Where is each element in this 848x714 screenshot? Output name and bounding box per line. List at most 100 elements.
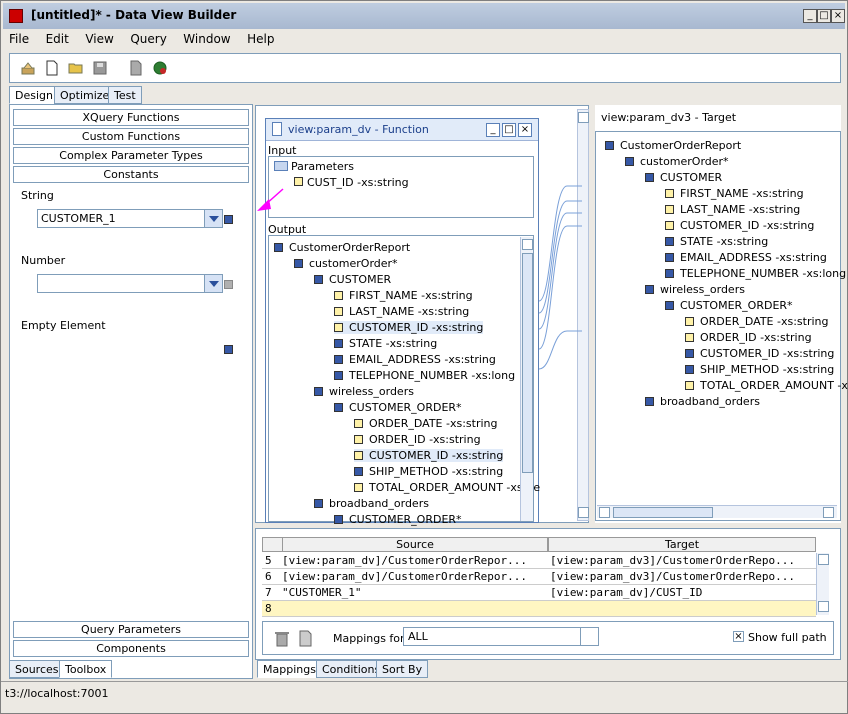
target-tree-node[interactable]: STATE -xs:string [665,235,768,248]
target-tree-node[interactable]: ORDER_ID -xs:string [685,331,812,344]
target-tree-node[interactable]: SHIP_METHOD -xs:string [685,363,834,376]
row-target[interactable]: [view:param_dv3]/CustomerOrderRepo... [550,554,812,567]
scroll-thumb[interactable] [613,507,713,518]
output-tree-node[interactable]: STATE -xs:string [334,337,437,350]
menu-window[interactable]: Window [183,32,230,46]
chevron-down-icon[interactable] [580,628,598,645]
tab-optimize[interactable]: Optimize [54,86,116,104]
mapping-row[interactable]: 8 [262,601,816,617]
string-combo[interactable]: CUSTOMER_1 [37,209,223,228]
target-tree-node[interactable]: broadband_orders [645,395,760,408]
function-close-button[interactable]: × [518,123,532,137]
minimize-button[interactable]: _ [803,9,817,23]
xquery-functions-button[interactable]: XQuery Functions [13,109,249,126]
row-source[interactable]: [view:param_dv]/CustomerOrderRepor... [282,554,544,567]
output-tree-node[interactable]: SHIP_METHOD -xs:string [354,465,503,478]
output-tree-node[interactable]: CUSTOMER_ORDER* [334,513,462,526]
tab-mappings[interactable]: Mappings [257,660,322,678]
target-tree-node[interactable]: FIRST_NAME -xs:string [665,187,804,200]
target-tree-node[interactable]: CustomerOrderReport [605,139,741,152]
output-scrollbar[interactable] [520,237,533,521]
tab-design[interactable]: Design [9,86,59,104]
trash-icon[interactable] [273,630,291,648]
output-tree-node[interactable]: CUSTOMER_ID -xs:string [334,321,484,334]
menu-view[interactable]: View [85,32,113,46]
settings-icon[interactable] [20,60,36,76]
output-tree-node[interactable]: ORDER_DATE -xs:string [354,417,497,430]
output-tree-node[interactable]: FIRST_NAME -xs:string [334,289,473,302]
output-tree-node[interactable]: TOTAL_ORDER_AMOUNT -xs:de [354,481,540,494]
target-horizontal-scrollbar[interactable] [597,505,837,518]
output-tree-node[interactable]: CustomerOrderReport [274,241,410,254]
open-folder-icon[interactable] [68,60,84,76]
target-tree-node[interactable]: customerOrder* [625,155,729,168]
mappings-for-select[interactable]: ALL [403,627,599,646]
complex-parameter-types-button[interactable]: Complex Parameter Types [13,147,249,164]
function-window[interactable]: view:param_dv - Function _ □ × Input Par… [265,118,540,526]
output-tree-node[interactable]: LAST_NAME -xs:string [334,305,469,318]
function-minimize-button[interactable]: _ [486,123,500,137]
output-tree-node[interactable]: TELEPHONE_NUMBER -xs:long [334,369,515,382]
scroll-down-icon[interactable] [578,507,589,518]
output-tree-node[interactable]: CUSTOMER [314,273,391,286]
globe-icon[interactable] [152,60,168,76]
output-tree-node[interactable]: wireless_orders [314,385,414,398]
parameters-node[interactable]: Parameters [274,160,354,173]
save-icon[interactable] [92,60,108,76]
target-tree-node[interactable]: CUSTOMER_ID -xs:string [685,347,834,360]
output-tree-node[interactable]: CUSTOMER_ID -xs:string [354,449,504,462]
target-tree-node[interactable]: TELEPHONE_NUMBER -xs:long [665,267,846,280]
constants-button[interactable]: Constants [13,166,249,183]
mapping-row[interactable]: 6 [view:param_dv]/CustomerOrderRepor... [v… [262,569,816,585]
target-tree-node[interactable]: ORDER_DATE -xs:string [685,315,828,328]
row-target[interactable]: [view:param_dv3]/CustomerOrderRepo... [550,570,812,583]
scroll-up-icon[interactable] [818,554,829,565]
edit-icon[interactable] [297,630,315,648]
output-tree-node[interactable]: ORDER_ID -xs:string [354,433,481,446]
scroll-down-icon[interactable] [818,601,829,612]
row-target[interactable]: [view:param_dv]/CUST_ID [550,586,812,599]
tab-toolbox[interactable]: Toolbox [59,660,113,678]
tab-sources[interactable]: Sources [9,660,65,678]
target-tree-node[interactable]: LAST_NAME -xs:string [665,203,800,216]
output-tree-node[interactable]: customerOrder* [294,257,398,270]
show-full-path-checkbox[interactable]: × [733,631,744,642]
new-file-icon[interactable] [44,60,60,76]
menu-query[interactable]: Query [130,32,166,46]
empty-element-node-icon[interactable] [224,345,233,354]
scroll-up-icon[interactable] [578,112,589,123]
source-header[interactable]: Source [282,537,548,552]
target-tree-node[interactable]: TOTAL_ORDER_AMOUNT -x [685,379,848,392]
target-header[interactable]: Target [548,537,816,552]
output-tree-node[interactable]: broadband_orders [314,497,429,510]
tab-test[interactable]: Test [108,86,142,104]
target-tree-node[interactable]: CUSTOMER [645,171,722,184]
target-tree-node[interactable]: EMAIL_ADDRESS -xs:string [665,251,827,264]
chevron-down-icon[interactable] [204,275,222,292]
menu-edit[interactable]: Edit [46,32,69,46]
mapping-row[interactable]: 7 "CUSTOMER_1" [view:param_dv]/CUST_ID [262,585,816,601]
row-source[interactable]: "CUSTOMER_1" [282,586,544,599]
maximize-button[interactable]: □ [817,9,831,23]
number-combo[interactable] [37,274,223,293]
target-tree-node[interactable]: wireless_orders [645,283,745,296]
menu-file[interactable]: File [9,32,29,46]
scroll-left-icon[interactable] [599,507,610,518]
close-button[interactable]: × [831,9,845,23]
document-icon[interactable] [128,60,144,76]
custom-functions-button[interactable]: Custom Functions [13,128,249,145]
query-parameters-button[interactable]: Query Parameters [13,621,249,638]
scroll-up-icon[interactable] [522,239,533,250]
mapping-row[interactable]: 5 [view:param_dv]/CustomerOrderRepor... [v… [262,553,816,569]
cust-id-node[interactable]: CUST_ID -xs:string [294,176,409,189]
string-node-icon[interactable] [224,215,233,224]
output-tree-node[interactable]: CUSTOMER_ORDER* [334,401,462,414]
scroll-right-icon[interactable] [823,507,834,518]
scroll-thumb[interactable] [522,253,533,473]
menu-help[interactable]: Help [247,32,274,46]
function-maximize-button[interactable]: □ [502,123,516,137]
target-tree-node[interactable]: CUSTOMER_ID -xs:string [665,219,814,232]
tab-sort-by[interactable]: Sort By [376,660,429,678]
row-source[interactable]: [view:param_dv]/CustomerOrderRepor... [282,570,544,583]
chevron-down-icon[interactable] [204,210,222,227]
